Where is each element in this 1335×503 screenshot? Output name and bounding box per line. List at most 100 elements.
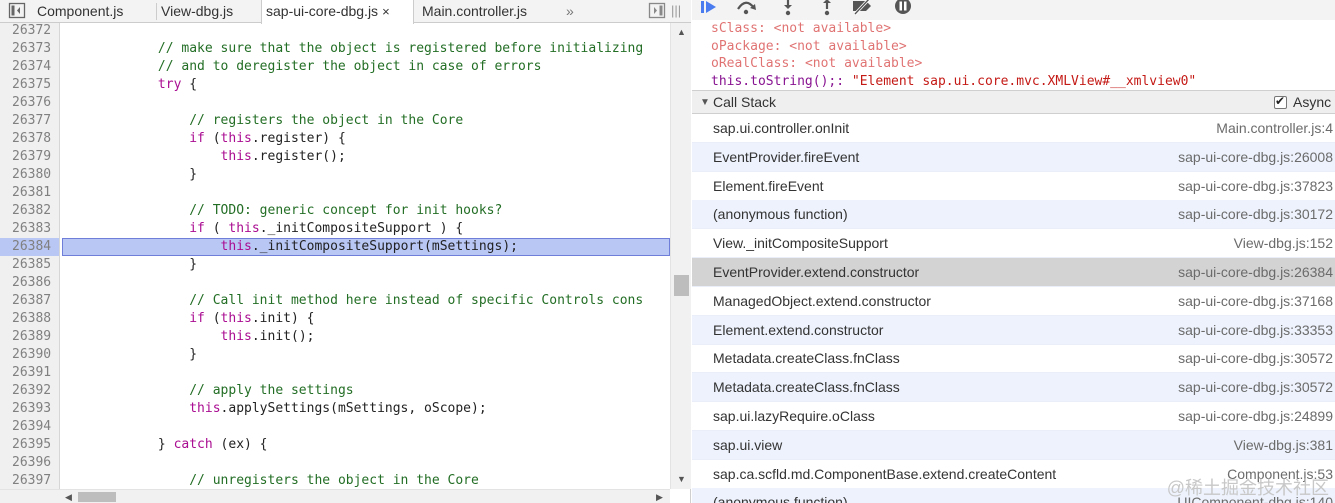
line-number[interactable]: 26390 [0, 346, 60, 364]
line-number[interactable]: 26389 [0, 328, 60, 346]
code-line[interactable]: 26391 [0, 364, 670, 382]
collapse-arrow-icon[interactable]: ▼ [700, 97, 710, 108]
line-number[interactable]: 26380 [0, 166, 60, 184]
line-number[interactable]: 26379 [0, 148, 60, 166]
call-frame[interactable]: sap.ui.controller.onInit Main.controller.… [692, 114, 1335, 143]
call-frame[interactable]: Element.fireEvent sap-ui-core-dbg.js:3782… [692, 172, 1335, 201]
line-number[interactable]: 26381 [0, 184, 60, 202]
line-number[interactable]: 26385 [0, 256, 60, 274]
frame-location[interactable]: sap-ui-core-dbg.js:26008 [1178, 149, 1333, 165]
scroll-down-arrow-icon[interactable]: ▼ [677, 474, 686, 484]
pause-on-exceptions-icon[interactable] [891, 0, 915, 18]
step-over-icon[interactable] [734, 0, 758, 18]
vertical-scroll-thumb[interactable] [674, 275, 689, 296]
line-number[interactable]: 26373 [0, 40, 60, 58]
code-line[interactable]: 26376 [0, 94, 670, 112]
code-line[interactable]: 26375 try { [0, 76, 670, 94]
line-number[interactable]: 26386 [0, 274, 60, 292]
frame-location[interactable]: sap-ui-core-dbg.js:24899 [1178, 408, 1333, 424]
code-line[interactable]: 26372 [0, 23, 670, 40]
call-frame[interactable]: EventProvider.fireEvent sap-ui-core-dbg.j… [692, 142, 1335, 172]
step-out-icon[interactable] [815, 0, 839, 18]
vertical-scrollbar[interactable]: ▲ ▼ [670, 23, 691, 489]
line-number[interactable]: 26384 [0, 238, 60, 256]
code-line[interactable]: 26396 [0, 454, 670, 472]
code-line[interactable]: 26392 // apply the settings [0, 382, 670, 400]
code-line[interactable]: 26394 [0, 418, 670, 436]
call-frame[interactable]: ManagedObject.extend.constructor sap-ui-c… [692, 287, 1335, 316]
line-number[interactable]: 26376 [0, 94, 60, 112]
step-into-icon[interactable] [776, 0, 800, 18]
frame-location[interactable]: sap-ui-core-dbg.js:26384 [1178, 264, 1333, 280]
code-line[interactable]: 26374 // and to deregister the object in… [0, 58, 670, 76]
line-number[interactable]: 26383 [0, 220, 60, 238]
line-number[interactable]: 26377 [0, 112, 60, 130]
code-line[interactable]: 26389 this.init(); [0, 328, 670, 346]
scope-variable[interactable]: this.toString();: "Element sap.ui.core.m… [711, 73, 1196, 90]
code-line[interactable]: 26397 // unregisters the object in the C… [0, 472, 670, 489]
call-frame-selected[interactable]: EventProvider.extend.constructor sap-ui-c… [692, 258, 1335, 287]
tab-view-dbg-js[interactable]: View-dbg.js [157, 0, 257, 23]
code-line[interactable]: 26393 this.applySettings(mSettings, oSco… [0, 400, 670, 418]
code-line[interactable]: 26377 // registers the object in the Cor… [0, 112, 670, 130]
code-line[interactable]: 26383 if ( this._initCompositeSupport ) … [0, 220, 670, 238]
line-number[interactable]: 26388 [0, 310, 60, 328]
code-line[interactable]: 26388 if (this.init) { [0, 310, 670, 328]
line-number[interactable]: 26391 [0, 364, 60, 382]
tab-sap-ui-core-dbg-js[interactable]: sap-ui-core-dbg.js × [261, 0, 414, 24]
scope-variable[interactable]: oPackage: <not available> [711, 38, 907, 55]
line-number[interactable]: 26397 [0, 472, 60, 489]
scroll-right-arrow-icon[interactable]: ▶ [656, 492, 663, 502]
call-frame[interactable]: View._initCompositeSupport View-dbg.js:15… [692, 229, 1335, 259]
line-number[interactable]: 26374 [0, 58, 60, 76]
scroll-up-arrow-icon[interactable]: ▲ [677, 27, 686, 37]
call-frame[interactable]: Metadata.createClass.fnClass sap-ui-core-… [692, 373, 1335, 403]
frame-location[interactable]: View-dbg.js:152 [1234, 235, 1333, 251]
line-number[interactable]: 26393 [0, 400, 60, 418]
call-frame[interactable]: Metadata.createClass.fnClass sap-ui-core-… [692, 344, 1335, 374]
frame-location[interactable]: sap-ui-core-dbg.js:37823 [1178, 178, 1333, 194]
scroll-left-arrow-icon[interactable]: ◀ [65, 492, 72, 502]
code-line[interactable]: 26390 } [0, 346, 670, 364]
toggle-navigator-icon[interactable] [8, 2, 26, 19]
frame-location[interactable]: sap-ui-core-dbg.js:37168 [1178, 293, 1333, 309]
line-number[interactable]: 26396 [0, 454, 60, 472]
horizontal-scroll-thumb[interactable] [78, 492, 116, 502]
code-line[interactable]: 26385 } [0, 256, 670, 274]
line-number[interactable]: 26395 [0, 436, 60, 454]
code-line[interactable]: 26386 [0, 274, 670, 292]
horizontal-scrollbar[interactable]: ◀ ▶ [0, 489, 670, 503]
line-number[interactable]: 26394 [0, 418, 60, 436]
line-number[interactable]: 26378 [0, 130, 60, 148]
deactivate-breakpoints-icon[interactable] [851, 0, 875, 18]
async-label[interactable]: Async [1293, 94, 1331, 110]
line-number[interactable]: 26375 [0, 76, 60, 94]
code-line[interactable]: 26382 // TODO: generic concept for init … [0, 202, 670, 220]
frame-location[interactable]: sap-ui-core-dbg.js:33353 [1178, 322, 1333, 338]
code-line[interactable]: 26380 } [0, 166, 670, 184]
async-checkbox[interactable]: ✔ [1274, 94, 1287, 109]
code-view[interactable]: 26372 26373 // make sure that the object … [0, 23, 670, 489]
call-frame[interactable]: (anonymous function) sap-ui-core-dbg.js:3… [692, 200, 1335, 230]
code-line[interactable]: 26395 } catch (ex) { [0, 436, 670, 454]
code-line[interactable]: 26387 // Call init method here instead o… [0, 292, 670, 310]
code-line[interactable]: 26379 this.register(); [0, 148, 670, 166]
code-line-current[interactable]: 26384 this._initCompositeSupport(mSettin… [0, 238, 670, 256]
call-frame[interactable]: sap.ui.lazyRequire.oClass sap-ui-core-dbg… [692, 402, 1335, 431]
code-line[interactable]: 26381 [0, 184, 670, 202]
scope-variable[interactable]: oRealClass: <not available> [711, 55, 922, 72]
frame-location[interactable]: Main.controller.js:4 [1216, 120, 1333, 136]
line-number[interactable]: 26382 [0, 202, 60, 220]
line-number[interactable]: 26387 [0, 292, 60, 310]
tab-main-controller-js[interactable]: Main.controller.js [418, 0, 560, 23]
call-frame[interactable]: sap.ui.view View-dbg.js:381 [692, 430, 1335, 460]
frame-location[interactable]: sap-ui-core-dbg.js:30572 [1178, 350, 1333, 366]
frame-location[interactable]: View-dbg.js:381 [1234, 437, 1333, 453]
line-number[interactable]: 26372 [0, 23, 60, 40]
tab-component-js[interactable]: Component.js [33, 0, 153, 23]
close-tab-icon[interactable]: × [382, 4, 390, 19]
frame-location[interactable]: sap-ui-core-dbg.js:30572 [1178, 379, 1333, 395]
frame-location[interactable]: sap-ui-core-dbg.js:30172 [1178, 206, 1333, 222]
scope-variable[interactable]: sClass: <not available> [711, 20, 891, 37]
toggle-debugger-icon[interactable] [648, 2, 666, 19]
